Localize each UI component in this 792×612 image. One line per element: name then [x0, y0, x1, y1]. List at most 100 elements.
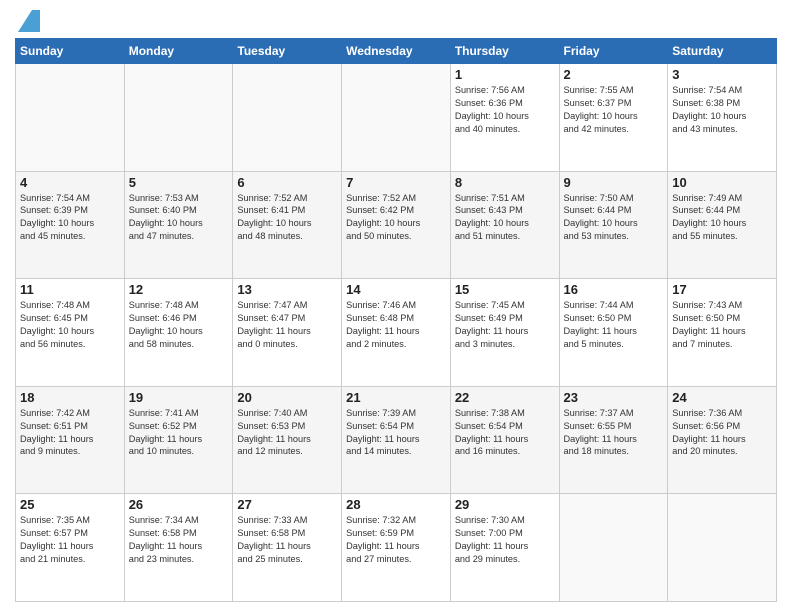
weekday-header-cell: Saturday: [668, 39, 777, 64]
day-number: 9: [564, 175, 664, 190]
day-number: 5: [129, 175, 229, 190]
calendar-day-cell: 23 Sunrise: 7:37 AMSunset: 6:55 PMDayligh…: [559, 386, 668, 494]
day-info: Sunrise: 7:45 AMSunset: 6:49 PMDaylight:…: [455, 299, 555, 351]
day-number: 27: [237, 497, 337, 512]
weekday-header-row: SundayMondayTuesdayWednesdayThursdayFrid…: [16, 39, 777, 64]
day-info: Sunrise: 7:53 AMSunset: 6:40 PMDaylight:…: [129, 192, 229, 244]
day-info: Sunrise: 7:37 AMSunset: 6:55 PMDaylight:…: [564, 407, 664, 459]
day-info: Sunrise: 7:46 AMSunset: 6:48 PMDaylight:…: [346, 299, 446, 351]
day-number: 16: [564, 282, 664, 297]
calendar-day-cell: [16, 64, 125, 172]
day-info: Sunrise: 7:52 AMSunset: 6:41 PMDaylight:…: [237, 192, 337, 244]
day-info: Sunrise: 7:36 AMSunset: 6:56 PMDaylight:…: [672, 407, 772, 459]
day-info: Sunrise: 7:55 AMSunset: 6:37 PMDaylight:…: [564, 84, 664, 136]
calendar-day-cell: [124, 64, 233, 172]
day-number: 17: [672, 282, 772, 297]
calendar-day-cell: 6 Sunrise: 7:52 AMSunset: 6:41 PMDaylight…: [233, 171, 342, 279]
day-info: Sunrise: 7:49 AMSunset: 6:44 PMDaylight:…: [672, 192, 772, 244]
day-info: Sunrise: 7:42 AMSunset: 6:51 PMDaylight:…: [20, 407, 120, 459]
day-info: Sunrise: 7:54 AMSunset: 6:38 PMDaylight:…: [672, 84, 772, 136]
calendar-day-cell: 13 Sunrise: 7:47 AMSunset: 6:47 PMDayligh…: [233, 279, 342, 387]
calendar-week-row: 18 Sunrise: 7:42 AMSunset: 6:51 PMDayligh…: [16, 386, 777, 494]
calendar-day-cell: 22 Sunrise: 7:38 AMSunset: 6:54 PMDayligh…: [450, 386, 559, 494]
calendar-day-cell: 14 Sunrise: 7:46 AMSunset: 6:48 PMDayligh…: [342, 279, 451, 387]
logo: [15, 14, 40, 32]
calendar-day-cell: 27Sunrise: 7:33 AMSunset: 6:58 PMDayligh…: [233, 494, 342, 602]
calendar-day-cell: [559, 494, 668, 602]
day-info: Sunrise: 7:51 AMSunset: 6:43 PMDaylight:…: [455, 192, 555, 244]
weekday-header-cell: Friday: [559, 39, 668, 64]
day-number: 28: [346, 497, 446, 512]
page: SundayMondayTuesdayWednesdayThursdayFrid…: [0, 0, 792, 612]
day-info: Sunrise: 7:47 AMSunset: 6:47 PMDaylight:…: [237, 299, 337, 351]
day-number: 21: [346, 390, 446, 405]
calendar-day-cell: 12 Sunrise: 7:48 AMSunset: 6:46 PMDayligh…: [124, 279, 233, 387]
day-info: Sunrise: 7:39 AMSunset: 6:54 PMDaylight:…: [346, 407, 446, 459]
calendar-day-cell: [342, 64, 451, 172]
day-number: 10: [672, 175, 772, 190]
calendar-day-cell: 8 Sunrise: 7:51 AMSunset: 6:43 PMDaylight…: [450, 171, 559, 279]
day-info: Sunrise: 7:35 AMSunset: 6:57 PMDaylight:…: [20, 514, 120, 566]
calendar-day-cell: 4 Sunrise: 7:54 AMSunset: 6:39 PMDaylight…: [16, 171, 125, 279]
header: [15, 10, 777, 32]
day-info: Sunrise: 7:48 AMSunset: 6:46 PMDaylight:…: [129, 299, 229, 351]
calendar-day-cell: 2 Sunrise: 7:55 AMSunset: 6:37 PMDaylight…: [559, 64, 668, 172]
calendar-day-cell: 24 Sunrise: 7:36 AMSunset: 6:56 PMDayligh…: [668, 386, 777, 494]
day-info: Sunrise: 7:52 AMSunset: 6:42 PMDaylight:…: [346, 192, 446, 244]
calendar-day-cell: 15 Sunrise: 7:45 AMSunset: 6:49 PMDayligh…: [450, 279, 559, 387]
day-info: Sunrise: 7:41 AMSunset: 6:52 PMDaylight:…: [129, 407, 229, 459]
day-number: 26: [129, 497, 229, 512]
weekday-header-cell: Monday: [124, 39, 233, 64]
day-number: 1: [455, 67, 555, 82]
day-number: 6: [237, 175, 337, 190]
calendar-day-cell: 21 Sunrise: 7:39 AMSunset: 6:54 PMDayligh…: [342, 386, 451, 494]
weekday-header-cell: Wednesday: [342, 39, 451, 64]
weekday-header-cell: Tuesday: [233, 39, 342, 64]
weekday-header-cell: Thursday: [450, 39, 559, 64]
day-number: 20: [237, 390, 337, 405]
day-number: 25: [20, 497, 120, 512]
calendar-day-cell: [668, 494, 777, 602]
calendar-day-cell: 9 Sunrise: 7:50 AMSunset: 6:44 PMDaylight…: [559, 171, 668, 279]
calendar-day-cell: 26 Sunrise: 7:34 AMSunset: 6:58 PMDayligh…: [124, 494, 233, 602]
day-info: Sunrise: 7:50 AMSunset: 6:44 PMDaylight:…: [564, 192, 664, 244]
day-number: 22: [455, 390, 555, 405]
day-number: 12: [129, 282, 229, 297]
calendar-day-cell: 29 Sunrise: 7:30 AMSunset: 7:00 PMDayligh…: [450, 494, 559, 602]
day-info: Sunrise: 7:56 AMSunset: 6:36 PMDaylight:…: [455, 84, 555, 136]
calendar: SundayMondayTuesdayWednesdayThursdayFrid…: [15, 38, 777, 602]
day-info: Sunrise: 7:48 AMSunset: 6:45 PMDaylight:…: [20, 299, 120, 351]
day-info: Sunrise: 7:30 AMSunset: 7:00 PMDaylight:…: [455, 514, 555, 566]
calendar-day-cell: 3Sunrise: 7:54 AMSunset: 6:38 PMDaylight…: [668, 64, 777, 172]
calendar-day-cell: 11 Sunrise: 7:48 AMSunset: 6:45 PMDayligh…: [16, 279, 125, 387]
day-number: 2: [564, 67, 664, 82]
day-info: Sunrise: 7:38 AMSunset: 6:54 PMDaylight:…: [455, 407, 555, 459]
day-info: Sunrise: 7:32 AMSunset: 6:59 PMDaylight:…: [346, 514, 446, 566]
day-number: 13: [237, 282, 337, 297]
day-number: 11: [20, 282, 120, 297]
calendar-day-cell: 19 Sunrise: 7:41 AMSunset: 6:52 PMDayligh…: [124, 386, 233, 494]
calendar-day-cell: 28 Sunrise: 7:32 AMSunset: 6:59 PMDayligh…: [342, 494, 451, 602]
calendar-week-row: 4 Sunrise: 7:54 AMSunset: 6:39 PMDaylight…: [16, 171, 777, 279]
day-number: 19: [129, 390, 229, 405]
day-number: 18: [20, 390, 120, 405]
calendar-week-row: 11 Sunrise: 7:48 AMSunset: 6:45 PMDayligh…: [16, 279, 777, 387]
day-info: Sunrise: 7:44 AMSunset: 6:50 PMDaylight:…: [564, 299, 664, 351]
day-number: 4: [20, 175, 120, 190]
day-number: 15: [455, 282, 555, 297]
day-info: Sunrise: 7:40 AMSunset: 6:53 PMDaylight:…: [237, 407, 337, 459]
day-number: 29: [455, 497, 555, 512]
calendar-week-row: 25 Sunrise: 7:35 AMSunset: 6:57 PMDayligh…: [16, 494, 777, 602]
day-number: 24: [672, 390, 772, 405]
day-number: 8: [455, 175, 555, 190]
calendar-day-cell: 18 Sunrise: 7:42 AMSunset: 6:51 PMDayligh…: [16, 386, 125, 494]
day-info: Sunrise: 7:54 AMSunset: 6:39 PMDaylight:…: [20, 192, 120, 244]
calendar-day-cell: 17Sunrise: 7:43 AMSunset: 6:50 PMDayligh…: [668, 279, 777, 387]
day-info: Sunrise: 7:34 AMSunset: 6:58 PMDaylight:…: [129, 514, 229, 566]
day-number: 7: [346, 175, 446, 190]
calendar-day-cell: 16 Sunrise: 7:44 AMSunset: 6:50 PMDayligh…: [559, 279, 668, 387]
day-number: 14: [346, 282, 446, 297]
calendar-day-cell: 1 Sunrise: 7:56 AMSunset: 6:36 PMDaylight…: [450, 64, 559, 172]
day-number: 23: [564, 390, 664, 405]
calendar-day-cell: 10 Sunrise: 7:49 AMSunset: 6:44 PMDayligh…: [668, 171, 777, 279]
